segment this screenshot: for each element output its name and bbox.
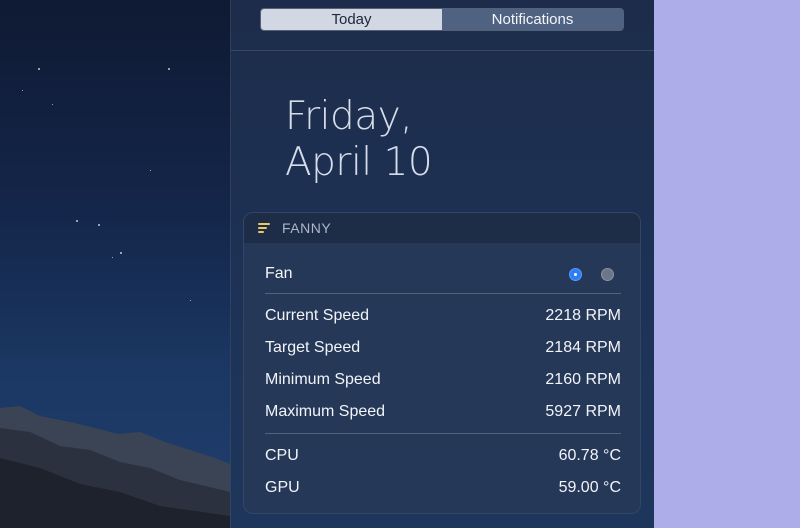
- background-area: [654, 0, 800, 528]
- view-segmented-control: Today Notifications: [260, 8, 624, 31]
- metric-label: Current Speed: [265, 307, 370, 324]
- metric-row-target-speed: Target Speed 2184 RPM: [265, 337, 621, 359]
- fan-page-dot-2[interactable]: [601, 268, 614, 281]
- notification-center-panel: Today Notifications Friday, April 10 FAN…: [230, 0, 655, 528]
- metric-row-minimum-speed: Minimum Speed 2160 RPM: [265, 369, 621, 391]
- metric-label: Target Speed: [265, 339, 361, 356]
- metric-value: 59.00 °C: [558, 479, 621, 496]
- desktop-wallpaper: [0, 0, 230, 528]
- metric-value: 2160 RPM: [545, 371, 621, 388]
- header-divider: [231, 50, 655, 51]
- mountains-graphic: [0, 406, 230, 528]
- metric-label: CPU: [265, 447, 299, 464]
- tab-notifications[interactable]: Notifications: [442, 9, 623, 30]
- metric-row-current-speed: Current Speed 2218 RPM: [265, 305, 621, 327]
- metric-row-gpu: GPU 59.00 °C: [265, 477, 621, 499]
- date-heading: Friday, April 10: [285, 94, 433, 186]
- date-weekday: Friday,: [285, 94, 413, 139]
- metric-value: 2218 RPM: [545, 307, 621, 324]
- fan-divider: [265, 293, 621, 294]
- metric-label: Minimum Speed: [265, 371, 381, 388]
- fanny-app-icon: [258, 222, 270, 234]
- metric-label: GPU: [265, 479, 300, 496]
- metric-value: 2184 RPM: [545, 339, 621, 356]
- tab-today[interactable]: Today: [261, 9, 442, 30]
- widget-header: FANNY: [244, 213, 640, 243]
- fan-label: Fan: [265, 265, 293, 282]
- metric-value: 5927 RPM: [545, 403, 621, 420]
- speed-divider: [265, 433, 621, 434]
- fan-row: Fan: [265, 263, 621, 287]
- metric-row-maximum-speed: Maximum Speed 5927 RPM: [265, 401, 621, 423]
- metric-label: Maximum Speed: [265, 403, 386, 420]
- fanny-widget: FANNY Fan Current Speed 2218 RPM Target …: [243, 212, 641, 514]
- screen: Today Notifications Friday, April 10 FAN…: [0, 0, 800, 528]
- fan-page-dot-1[interactable]: [569, 268, 582, 281]
- widget-title: FANNY: [282, 220, 332, 236]
- date-month-day: April 10: [285, 140, 433, 185]
- metric-row-cpu: CPU 60.78 °C: [265, 445, 621, 467]
- metric-value: 60.78 °C: [558, 447, 621, 464]
